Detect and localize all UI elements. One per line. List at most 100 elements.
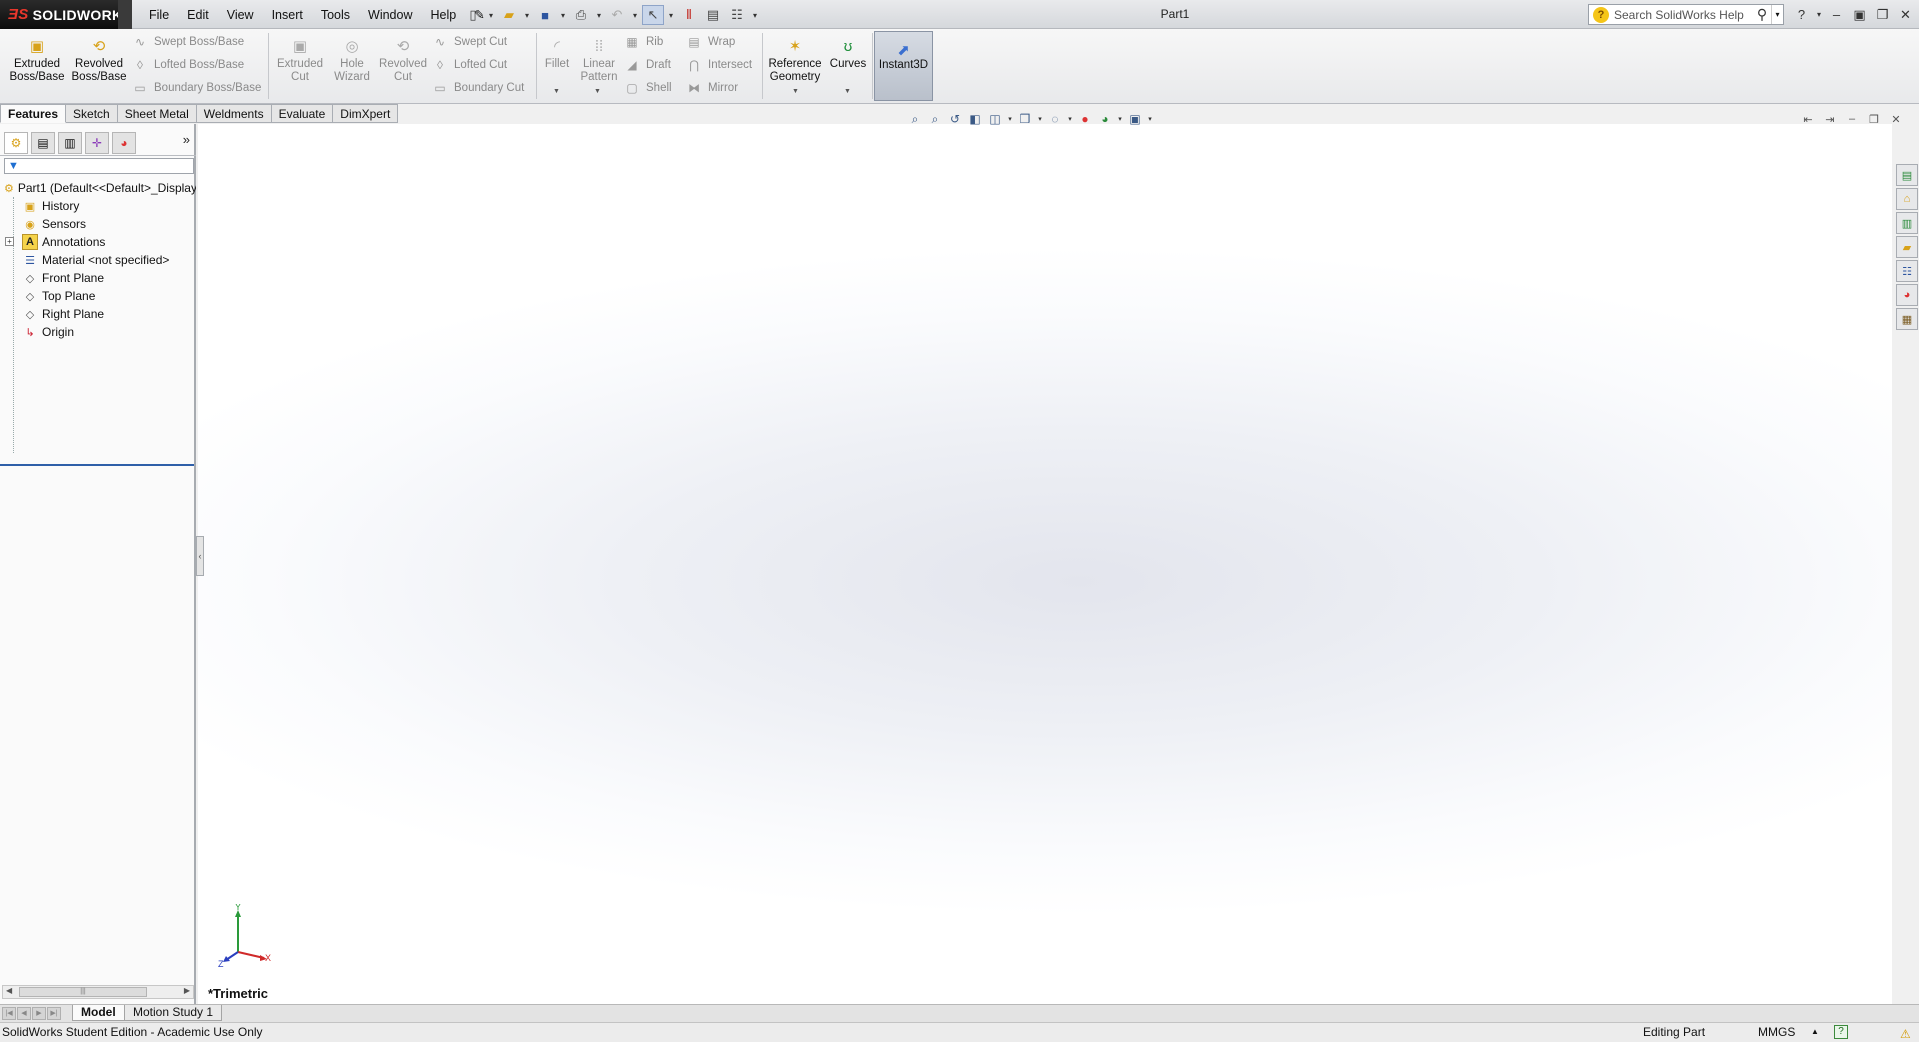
expand-annotations-icon[interactable]: + <box>5 237 14 246</box>
zoom-to-fit-icon[interactable]: ⌕ <box>906 110 924 128</box>
quick-tips-help-icon[interactable]: ? <box>1834 1025 1848 1039</box>
open-dropdown-arrow[interactable]: ▾ <box>522 11 532 20</box>
options-icon[interactable]: ☷ <box>726 5 748 25</box>
appearances-icon[interactable]: ◕ <box>1896 284 1918 306</box>
tile-icon[interactable]: ▣ <box>1850 5 1869 24</box>
menu-help[interactable]: Help <box>422 8 466 22</box>
tree-item-top-plane[interactable]: ◇ Top Plane <box>0 287 196 305</box>
property-manager-tab-icon[interactable]: ▤ <box>31 131 55 154</box>
prev-tab-icon[interactable]: ◀ <box>17 1007 31 1020</box>
display-style-icon[interactable]: ❒ <box>1016 110 1034 128</box>
panel-splitter-handle[interactable]: ‹ <box>196 536 204 576</box>
save-dropdown-arrow[interactable]: ▾ <box>558 11 568 20</box>
mirror-button[interactable]: ⧓ Mirror <box>686 78 738 98</box>
hole-wizard-button[interactable]: ◎ Hole Wizard <box>328 37 376 99</box>
view-settings-icon[interactable]: ▣ <box>1126 110 1144 128</box>
hide-show-items-icon[interactable]: ◌ <box>1046 110 1064 128</box>
apply-scene-icon[interactable]: ◕ <box>1096 110 1114 128</box>
draft-button[interactable]: ◢ Draft <box>624 55 671 75</box>
graphics-area[interactable] <box>198 124 1892 1004</box>
custom-properties-icon[interactable]: ▦ <box>1896 308 1918 330</box>
swept-boss-button[interactable]: ∿ Swept Boss/Base <box>132 32 244 52</box>
open-folder-icon[interactable]: ▰ <box>498 5 520 25</box>
viewport-restore-icon[interactable]: ❐ <box>1866 111 1882 127</box>
scene-dropdown-arrow[interactable]: ▾ <box>1116 110 1124 128</box>
design-library-icon[interactable]: ⌂ <box>1896 188 1918 210</box>
previous-view-icon[interactable]: ↺ <box>946 110 964 128</box>
extruded-boss-button[interactable]: ▣ Extruded Boss/Base <box>8 37 66 99</box>
new-dropdown-arrow[interactable]: ▾ <box>486 11 496 20</box>
instant3d-button[interactable]: ⬈ Instant3D <box>874 31 933 101</box>
section-view-icon[interactable]: ◧ <box>966 110 984 128</box>
unit-system-text[interactable]: MMGS <box>1758 1023 1795 1041</box>
tree-item-sensors[interactable]: ◉ Sensors <box>0 215 196 233</box>
boundary-cut-button[interactable]: ▭ Boundary Cut <box>432 78 524 98</box>
minimize-icon[interactable]: – <box>1827 5 1846 24</box>
save-icon[interactable]: ■ <box>534 5 556 25</box>
print-dropdown-arrow[interactable]: ▾ <box>594 11 604 20</box>
file-properties-icon[interactable]: ▤ <box>702 5 724 25</box>
curves-dropdown-arrow[interactable]: ▼ <box>844 88 851 95</box>
rebuild-status-icon[interactable]: ⚠ <box>1900 1025 1911 1042</box>
tree-item-right-plane[interactable]: ◇ Right Plane <box>0 305 196 323</box>
new-document-icon[interactable]: ▯ <box>462 5 484 25</box>
configuration-manager-tab-icon[interactable]: ▥ <box>58 131 82 154</box>
menu-window[interactable]: Window <box>359 8 421 22</box>
viewport-collapse-icon[interactable]: ⇤ <box>1800 111 1816 127</box>
viewport-minimize-icon[interactable]: – <box>1844 111 1860 127</box>
tree-item-origin[interactable]: ↳ Origin <box>0 323 196 341</box>
menu-tools[interactable]: Tools <box>312 8 359 22</box>
view-palette-icon[interactable]: ☷ <box>1896 260 1918 282</box>
menu-insert[interactable]: Insert <box>263 8 312 22</box>
next-tab-icon[interactable]: ▶ <box>32 1007 46 1020</box>
tree-item-material[interactable]: ☰ Material <not specified> <box>0 251 196 269</box>
unit-system-dropdown-arrow[interactable]: ▲ <box>1811 1023 1819 1041</box>
display-manager-tab-icon[interactable]: ◕ <box>112 131 136 154</box>
viewport-expand-icon[interactable]: ⇥ <box>1822 111 1838 127</box>
view-orientation-dropdown-arrow[interactable]: ▾ <box>1006 110 1014 128</box>
tab-evaluate[interactable]: Evaluate <box>271 104 334 123</box>
tab-sheet-metal[interactable]: Sheet Metal <box>117 104 197 123</box>
revolved-cut-button[interactable]: ⟲ Revolved Cut <box>378 37 428 99</box>
tab-dimxpert[interactable]: DimXpert <box>333 104 399 123</box>
menu-file[interactable]: File <box>140 8 178 22</box>
rollback-bar[interactable] <box>0 464 194 466</box>
select-dropdown-arrow[interactable]: ▾ <box>666 11 676 20</box>
help-icon[interactable]: ? <box>1792 5 1811 24</box>
lofted-cut-button[interactable]: ◊ Lofted Cut <box>432 55 507 75</box>
tab-sketch[interactable]: Sketch <box>66 104 118 123</box>
feature-tree-tab-icon[interactable]: ⚙ <box>4 131 28 154</box>
scroll-right-icon[interactable]: ▶ <box>184 986 190 995</box>
shell-button[interactable]: ▢ Shell <box>624 78 671 98</box>
swept-cut-button[interactable]: ∿ Swept Cut <box>432 32 507 52</box>
first-tab-icon[interactable]: |◀ <box>2 1007 16 1020</box>
close-icon[interactable]: ✕ <box>1896 5 1915 24</box>
view-orientation-icon[interactable]: ◫ <box>986 110 1004 128</box>
lofted-boss-button[interactable]: ◊ Lofted Boss/Base <box>132 55 244 75</box>
last-tab-icon[interactable]: ▶| <box>47 1007 61 1020</box>
tree-horizontal-scrollbar[interactable]: ◀ ||| ▶ <box>2 985 194 999</box>
undo-dropdown-arrow[interactable]: ▾ <box>630 11 640 20</box>
search-input[interactable]: Search SolidWorks Help <box>1614 8 1753 22</box>
search-results-icon[interactable]: ▰ <box>1896 236 1918 258</box>
dimxpert-manager-tab-icon[interactable]: ✛ <box>85 131 109 154</box>
rib-button[interactable]: ▦ Rib <box>624 32 663 52</box>
wrap-button[interactable]: ▤ Wrap <box>686 32 735 52</box>
tree-root-part[interactable]: ⚙ Part1 (Default<<Default>_Display State… <box>0 179 196 197</box>
fillet-dropdown-arrow[interactable]: ▼ <box>553 88 560 95</box>
solidworks-resources-icon[interactable]: ▤ <box>1896 164 1918 186</box>
edit-appearance-icon[interactable]: ● <box>1076 110 1094 128</box>
revolved-boss-button[interactable]: ⟲ Revolved Boss/Base <box>70 37 128 99</box>
intersect-button[interactable]: ⋂ Intersect <box>686 55 752 75</box>
scroll-left-icon[interactable]: ◀ <box>6 986 12 995</box>
display-style-dropdown-arrow[interactable]: ▾ <box>1036 110 1044 128</box>
solidworks-logo[interactable]: ƎS SOLIDWORKS <box>0 0 132 29</box>
options-dropdown-arrow[interactable]: ▾ <box>750 11 760 20</box>
tree-item-annotations[interactable]: + A Annotations <box>0 233 196 251</box>
viewport-close-icon[interactable]: ✕ <box>1888 111 1904 127</box>
tree-item-front-plane[interactable]: ◇ Front Plane <box>0 269 196 287</box>
restore-icon[interactable]: ❐ <box>1873 5 1892 24</box>
search-box[interactable]: ? Search SolidWorks Help ⚲ ▾ <box>1588 4 1784 25</box>
tab-weldments[interactable]: Weldments <box>196 104 272 123</box>
menu-edit[interactable]: Edit <box>178 8 218 22</box>
